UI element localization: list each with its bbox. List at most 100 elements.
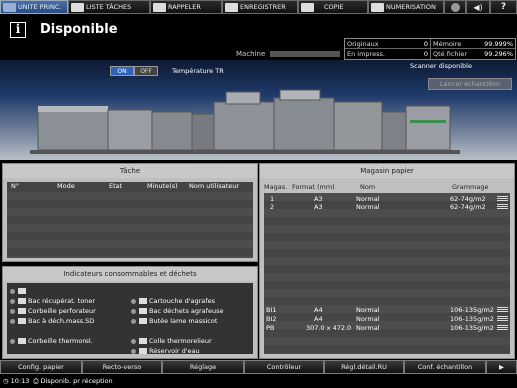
indicator-punch: Corbeille perforateur xyxy=(10,307,96,315)
glue-icon xyxy=(139,338,147,344)
indicator-water: Réservoir d'eau xyxy=(131,347,200,355)
indicator-label: Corbeille thermorel. xyxy=(28,337,93,345)
sample-settings-button[interactable]: Conf. échantillon xyxy=(404,360,486,374)
temperature-off-button[interactable]: OFF xyxy=(134,66,158,76)
copy-icon xyxy=(301,2,314,12)
tab-numerisation[interactable]: NUMERISATION xyxy=(368,0,444,14)
consumables-panel: Indicateurs consommables et déchets Bac … xyxy=(2,266,258,359)
paper-weight: 62-74g/m2 xyxy=(450,195,486,203)
tray-id: 1 xyxy=(270,195,275,203)
paper-row-tray-bi2[interactable]: BI2 A4 Normal 106-135g/m2 xyxy=(264,315,510,323)
tray-level-icon xyxy=(497,307,508,313)
paper-row-tray-2[interactable]: 2 A3 Normal 62-74g/m2 xyxy=(264,203,510,211)
tray-level-icon xyxy=(497,204,508,210)
indicator-staple-waste: Bac déchets agrafeuse xyxy=(131,307,223,315)
paper-name: Normal xyxy=(356,195,380,203)
ru-detail-settings-button[interactable]: Régl.détail.RU xyxy=(324,360,404,374)
tray-level-icon xyxy=(497,316,508,322)
paper-panel-title: Magasin papier xyxy=(260,164,514,178)
col-state: Etat xyxy=(109,182,123,190)
home-icon xyxy=(3,2,16,12)
paper-weight: 106-135g/m2 xyxy=(450,306,494,314)
scan-icon xyxy=(371,2,384,12)
task-panel-title: Tâche xyxy=(3,164,257,178)
tray-id: BI1 xyxy=(266,306,277,314)
indicator-label: Réservoir d'eau xyxy=(149,347,200,355)
col-name: Nom xyxy=(360,183,376,191)
paper-name: Normal xyxy=(356,324,380,332)
punch-icon xyxy=(18,308,26,314)
indicator-label: Colle thermorelieur xyxy=(149,337,212,345)
tab-liste-taches[interactable]: LISTE TÂCHES xyxy=(68,0,150,14)
temperature-toggle: ON OFF xyxy=(110,66,158,76)
indicator-label: Butée lame massicot xyxy=(149,317,218,325)
thermal-bin-icon xyxy=(18,338,26,344)
controller-button[interactable]: Contrôleur xyxy=(244,360,324,374)
tab-label: RAPPELER xyxy=(168,3,201,11)
indicator-label: Bac à déch.mass.SD xyxy=(28,317,95,325)
tray-level-icon xyxy=(497,196,508,202)
paper-row-tray-1[interactable]: 1 A3 Normal 62-74g/m2 xyxy=(264,195,510,203)
status-message: Disponib. pr réception xyxy=(40,377,113,385)
globe-icon xyxy=(450,2,460,12)
indicator-toner-header xyxy=(10,288,28,294)
machine-label: Machine xyxy=(236,50,266,58)
paper-row-tray-pb[interactable]: PB 307.0 x 472.0 Normal 106-135g/m2 xyxy=(264,324,510,332)
duplex-button[interactable]: Recto-verso xyxy=(82,360,162,374)
clock-icon: ◷ xyxy=(3,377,9,385)
indicator-sd: Bac à déch.mass.SD xyxy=(10,317,94,325)
tray-level-icon xyxy=(497,325,508,331)
indicator-label: Bac récupérat. toner xyxy=(28,297,96,305)
memory-label: Mémoire xyxy=(433,40,462,48)
status-dot xyxy=(131,308,136,314)
volume-button[interactable]: ◀) xyxy=(466,0,490,14)
machine-scene: ON OFF Température TR Scanner disponible… xyxy=(0,60,517,160)
paper-tray-panel: Magasin papier Magas. Format (mm) Nom Gr… xyxy=(259,163,515,359)
tab-rappeler[interactable]: RAPPELER xyxy=(150,0,222,14)
staple-waste-icon xyxy=(139,308,147,314)
help-button[interactable]: ? xyxy=(490,0,517,14)
col-format: Format (mm) xyxy=(292,183,335,191)
machine-progress-bar xyxy=(270,51,340,57)
status-time: 10:13 xyxy=(10,377,30,385)
scanner-status: Scanner disponible xyxy=(410,62,472,70)
receive-icon: ⎙ xyxy=(33,377,39,385)
status-dot xyxy=(131,338,136,344)
status-dot xyxy=(131,318,136,324)
indicator-label: Cartouche d'agrafes xyxy=(149,297,215,305)
consumables-list: Bac récupérat. toner Corbeille perforate… xyxy=(7,283,253,355)
printing-value: 0 xyxy=(401,49,431,59)
temperature-label: Température TR xyxy=(172,67,224,75)
status-dot xyxy=(10,318,15,324)
status-dot xyxy=(131,348,136,354)
tab-unite-princ[interactable]: UNITE PRINC. xyxy=(0,0,68,14)
task-list[interactable] xyxy=(7,192,253,258)
tab-enregistrer[interactable]: ENREGISTRER xyxy=(222,0,298,14)
col-weight: Grammage xyxy=(452,183,489,191)
consumables-panel-title: Indicateurs consommables et déchets xyxy=(3,267,257,281)
paper-format: 307.0 x 472.0 xyxy=(306,324,352,332)
tab-copie[interactable]: COPIE xyxy=(298,0,368,14)
indicator-glue: Colle thermorelieur xyxy=(131,337,212,345)
paper-row-tray-bi1[interactable]: BI1 A4 Normal 106-135g/m2 xyxy=(264,306,510,314)
printer-illustration xyxy=(30,89,460,154)
tray-id: BI2 xyxy=(266,315,277,323)
tray-id: PB xyxy=(266,324,275,332)
tab-label: COPIE xyxy=(324,3,344,11)
adjustment-button[interactable]: Réglage xyxy=(162,360,244,374)
paper-table-header: Magas. Format (mm) Nom Grammage xyxy=(264,183,510,193)
status-header: i Disponible Machine Originaux 0 Mémoire… xyxy=(0,14,517,60)
col-tray: Magas. xyxy=(264,183,288,191)
globe-button[interactable] xyxy=(444,0,466,14)
originals-value: 0 xyxy=(401,39,431,48)
next-page-button[interactable]: ▶ xyxy=(486,360,517,374)
staple-icon xyxy=(139,298,147,304)
task-table-header: N° Mode Etat Minute(s) Nom utilisateur xyxy=(7,182,253,192)
task-panel: Tâche N° Mode Etat Minute(s) Nom utilisa… xyxy=(2,163,258,262)
temperature-on-button[interactable]: ON xyxy=(110,66,134,76)
top-tab-bar: UNITE PRINC. LISTE TÂCHES RAPPELER ENREG… xyxy=(0,0,517,14)
indicator-staples: Cartouche d'agrafes xyxy=(131,297,215,305)
paper-settings-button[interactable]: Config. papier xyxy=(0,360,82,374)
tab-label: LISTE TÂCHES xyxy=(86,3,132,11)
machine-status-title: Disponible xyxy=(40,22,118,37)
